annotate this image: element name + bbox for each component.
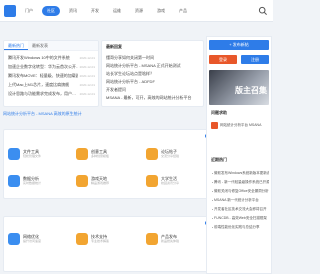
nav-item-portal[interactable]: 门户 [20,6,38,16]
bullet [212,209,213,210]
app-tile[interactable]: 创意工具 多种创意模板 [76,148,136,166]
creative-tool-icon [76,148,88,160]
list-item-date: 2020-12-01 [79,83,95,87]
top-navigation-bar: 门户 社区 资讯 开发 运维 资源 游戏 产品 [0,0,273,22]
search-icon[interactable] [258,6,268,16]
app-desc: 精品游戏推荐 [91,181,110,185]
app-tile[interactable]: 网络优化 提升访问速度 [8,233,68,251]
list-item-date: 2020-12-01 [79,74,95,78]
list-item[interactable]: 腾讯开发Windows 10中的文件系统 [8,55,78,61]
app-desc: 新品抢先体验 [161,239,180,243]
list-item[interactable]: MSANA - 最新，可开，高效的网站统计分析平台 [106,95,201,101]
sidebar-list-item[interactable]: 开发者社区技术交流大会即将召开 [214,206,269,212]
data-analysis-icon [8,175,20,187]
login-button[interactable]: 登录 [209,55,237,64]
qa-title: 问题求助 [211,110,227,115]
list-item[interactable]: 腾讯发布MOVE：轻量级、快速的加载器 [8,73,78,79]
tab-latest-hot[interactable]: 最新热门 [4,41,28,50]
app-desc: 轻松管理文件 [23,154,42,158]
main-nav: 门户 社区 资讯 开发 运维 资源 游戏 产品 [20,6,192,16]
nav-item-games[interactable]: 游戏 [152,6,170,16]
nav-item-ops[interactable]: 运维 [108,6,126,16]
list-item[interactable]: 懂哥分享如何关闭第一时间 [106,55,201,61]
app-desc: 交流分享经验 [161,154,180,158]
tech-support-icon [76,233,88,245]
nav-item-news[interactable]: 资讯 [64,6,82,16]
bullet [212,182,213,183]
moderator-recruit-banner[interactable]: 版主召集 [209,70,269,105]
app-tile[interactable]: 大学生活 校园资讯分享 [146,175,206,193]
list-item-date: 2020-12-01 [79,56,95,60]
site-logo[interactable] [4,5,16,17]
app-desc: 专业技术解答 [91,239,110,243]
list-item-date: 2020-12-01 [79,92,95,96]
nav-item-community[interactable]: 社区 [42,6,60,16]
app-tile[interactable]: 文件工具 轻松管理文件 [8,148,68,166]
register-button[interactable]: 注册 [241,55,269,64]
forum-post-icon [146,148,158,160]
banner-text: 版主召集 [235,86,267,95]
app-tile[interactable]: 产品发布 新品抢先体验 [146,233,206,251]
app-tile[interactable]: 游戏天地 精品游戏推荐 [76,175,136,193]
bullet [212,227,213,228]
latest-posts-panel: 最新热门 最新发表 腾讯开发Windows 10中的文件系统 2020-12-0… [3,40,99,107]
apps-card-2: 网络优化 提升访问速度 技术支持 专业技术解答 产品发布 新品抢先体验 [3,216,214,272]
apps-card: 文件工具 轻松管理文件 创意工具 多种创意模板 论坛帖子 交流分享经验 数据分析… [3,129,214,199]
qa-item[interactable]: 网站统计分析平台 MSANA [220,122,269,128]
app-tile[interactable]: 论坛帖子 交流分享经验 [146,148,206,166]
bullet [212,218,213,219]
latest-tabs: 最新热门 最新发表 [4,41,98,51]
recent-replies-title: 最新回复 [106,44,122,49]
bullet [212,191,213,192]
app-desc: 实时数据统计 [23,181,42,185]
list-item-date: 2020-12-01 [79,65,95,69]
recent-hot-title: 近期热门 [211,157,227,162]
list-item[interactable]: 上代Mac上M1芯片，速度比肩旗舰 [8,82,78,88]
app-tile[interactable]: 技术支持 专业技术解答 [76,233,136,251]
sidebar-list-item[interactable]: FUNCDB - 高效Web安全扫描框架 [214,215,269,221]
sidebar-list-item[interactable]: 微软关闭与修复Office安全漏洞分析 [214,188,269,194]
sidebar-list-item[interactable]: MSANA 新一代统计分析平台 [214,197,269,203]
college-life-icon [146,175,158,187]
recent-replies-panel: 最新回复 懂哥分享如何关闭第一时间 网站统计分析平台 - MSANA 正式开始测… [101,40,204,107]
new-post-button[interactable]: + 发布新帖 [209,40,269,50]
bullet [212,173,213,174]
list-item[interactable]: 网站统计分析平台 - ADFDF [106,79,201,85]
nav-item-resources[interactable]: 资源 [130,6,148,16]
file-tool-icon [8,148,20,160]
bullet [212,200,213,201]
product-release-icon [146,233,158,245]
sidebar-list-item[interactable]: 前端性能优化实践与总结分享 [214,224,269,230]
app-desc: 校园资讯分享 [161,181,180,185]
game-icon [76,175,88,187]
list-item[interactable]: 设计思路与功能需求完成发布，用户… [8,91,78,97]
list-item[interactable]: 网站统计分析平台 - MSANA 正式开始测试 [106,63,201,69]
tab-latest-posted[interactable]: 最新发表 [28,41,52,50]
avatar [211,122,218,129]
list-item[interactable]: 开发者提问 [106,87,201,93]
sidebar-list-item[interactable]: 微软发布Windows系统新版本更新说明 [214,170,269,176]
list-item[interactable]: 站长学生论坛站点是啥样？ [106,71,201,77]
network-optimize-icon [8,233,20,245]
nav-item-dev[interactable]: 开发 [86,6,104,16]
list-item[interactable]: 加速企业数字化转型：华为云首次公开… [8,64,78,70]
nav-item-products[interactable]: 产品 [174,6,192,16]
app-desc: 多种创意模板 [91,154,110,158]
app-desc: 提升访问速度 [23,239,42,243]
sidebar-list-item[interactable]: 腾讯 - 新一代轻量级操作系统已开源 [214,179,269,185]
app-tile[interactable]: 数据分析 实时数据统计 [8,175,68,193]
promo-link[interactable]: 网站统计分析平台 - MSANA 高效的原生统计 [3,111,82,117]
